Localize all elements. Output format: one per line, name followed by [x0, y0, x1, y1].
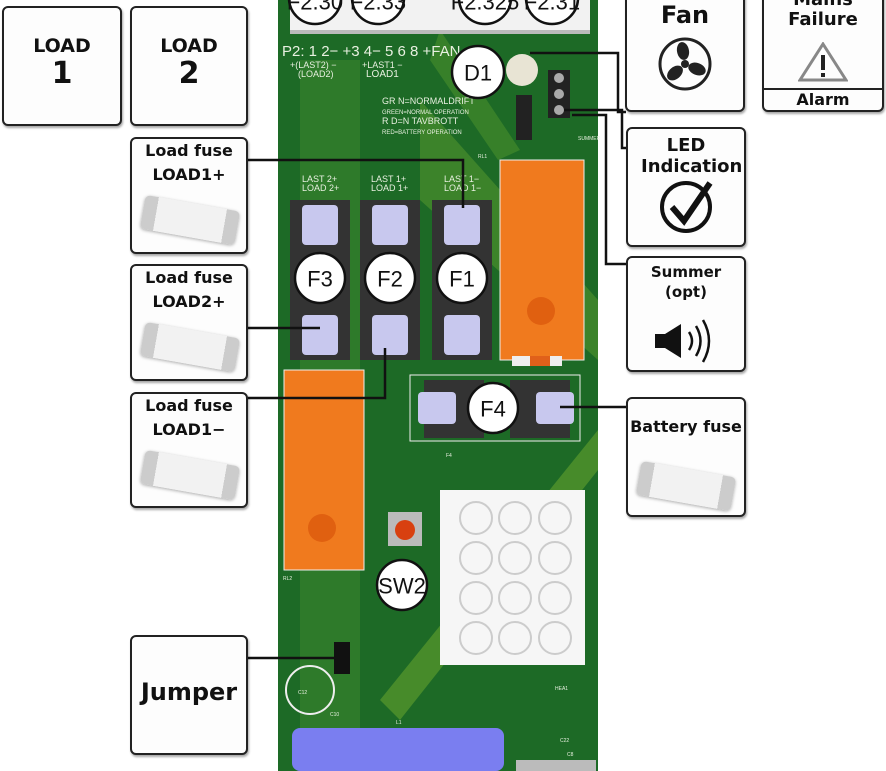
pcb-silk: RL1: [478, 154, 487, 160]
label-led-indication: LED Indication: [626, 127, 746, 247]
alarm-label: Alarm: [764, 88, 882, 110]
pcb-legend: RED=BATTERY OPERATION: [382, 130, 462, 136]
pcb-load2: (LOAD2): [298, 69, 334, 79]
relay-button: [527, 297, 555, 325]
speaker-icon: [655, 319, 711, 363]
warning-icon: [798, 42, 848, 82]
pcb-fuse-label: LOAD 2+: [302, 183, 339, 193]
callout-top: F2.33: [350, 0, 406, 15]
pcb-silk: F4: [446, 453, 452, 459]
callout-top: F2.30: [287, 0, 343, 15]
callout-f2-label: F2: [377, 267, 403, 292]
fuse-label-line2: LOAD1+: [152, 165, 226, 184]
label-battery-fuse: Battery fuse: [626, 397, 746, 517]
led-header: [516, 95, 532, 140]
label-fuse-load1-minus: Load fuse LOAD1−: [130, 392, 248, 508]
pcb-fuse-label: LOAD 1+: [371, 183, 408, 193]
fuse-icon: [139, 321, 241, 373]
pcb-silk: C10: [330, 712, 339, 718]
load2-title: LOAD: [160, 35, 218, 57]
fuse-icon: [635, 460, 737, 512]
summer-label: Summer (opt): [650, 263, 722, 301]
callout-f3-label: F3: [307, 267, 333, 292]
label-jumper: Jumper: [130, 635, 248, 755]
callout-sw2-label: SW2: [378, 574, 426, 599]
fuse-label-line2: LOAD1−: [152, 420, 226, 439]
jumper-header: [334, 642, 350, 674]
fuse-icon: [139, 449, 241, 501]
pcb-silk: SUMMER: [578, 136, 601, 142]
fuse-label-line1: Load fuse: [145, 268, 233, 287]
pcb-silk: C8: [567, 752, 574, 758]
jumper-label: Jumper: [140, 678, 238, 706]
label-mains-failure: Mains Failure Alarm: [762, 0, 884, 112]
label-summer: Summer (opt): [626, 256, 746, 372]
fan-label: Fan: [660, 1, 710, 29]
checkmark-icon: [660, 181, 713, 233]
led-indication-label: LED Indication: [641, 135, 743, 177]
label-load2: LOAD 2: [130, 6, 248, 126]
inductor-l1: [292, 728, 504, 771]
pcb-legend: GR N=NORMALDRIFT: [382, 96, 475, 106]
callout-top: F2.31: [524, 0, 580, 15]
pcb-legend: R D=N TAVBROTT: [382, 116, 459, 126]
pcb-silk: L1: [396, 720, 402, 726]
power-connector: [440, 490, 585, 665]
pcb-silk: RL2: [283, 576, 292, 582]
callout-d1-label: D1: [464, 61, 492, 86]
pcb-silk: C12: [298, 690, 307, 696]
load1-number: 1: [51, 56, 73, 91]
callout-f4-label: F4: [480, 397, 506, 422]
pcb-load1: LOAD1: [366, 69, 399, 80]
fuse-label-line2: LOAD2+: [152, 292, 226, 311]
battery-fuse-label: Battery fuse: [630, 417, 742, 436]
pcb-terminal-row: P2: 1 2− +3 4− 5 6 8 +FAN− 9: [282, 43, 482, 60]
callout-f1-label: F1: [449, 267, 475, 292]
label-fan: Fan: [625, 0, 745, 112]
pcb-silk: HEA1: [555, 686, 568, 692]
load2-number: 2: [178, 56, 200, 91]
fan-icon: [658, 37, 712, 91]
mains-failure-title: Mains Failure: [788, 0, 858, 30]
load1-title: LOAD: [33, 35, 91, 57]
led-d1: [506, 54, 538, 86]
fuse-label-line1: Load fuse: [145, 141, 233, 160]
relay-rl1: [499, 159, 585, 361]
fuse-label-line1: Load fuse: [145, 396, 233, 415]
pcb-silk: C22: [560, 738, 569, 744]
label-fuse-load1-plus: Load fuse LOAD1+: [130, 137, 248, 254]
callout-top: F2.325: [451, 0, 520, 15]
label-fuse-load2-plus: Load fuse LOAD2+: [130, 264, 248, 381]
fuse-icon: [139, 194, 241, 246]
label-load1: LOAD 1: [2, 6, 122, 126]
